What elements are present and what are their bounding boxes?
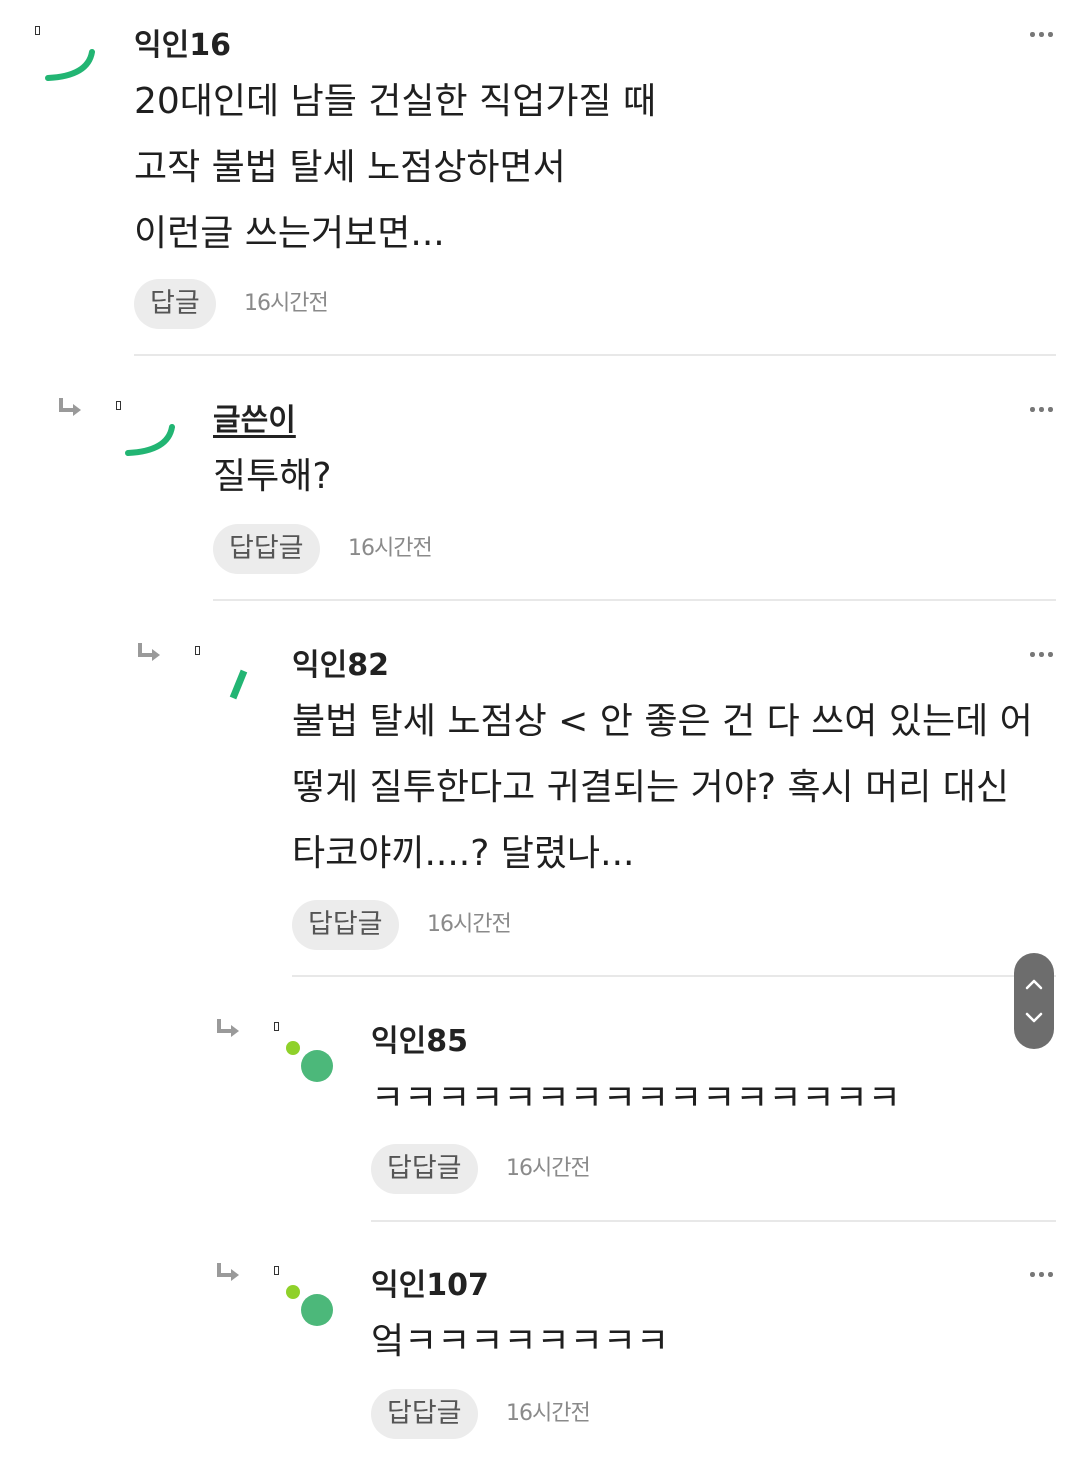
reply-item: 익인107 엌ㅋㅋㅋㅋㅋㅋㅋㅋ 답답글 16시간전 <box>0 0 1056 1460</box>
anonymous-marker-icon <box>274 1266 279 1275</box>
reply-button[interactable]: 답답글 <box>371 1389 478 1439</box>
timestamp: 16시간전 <box>506 1401 591 1426</box>
comment-author-name[interactable]: 익인107 <box>371 1260 489 1304</box>
chevron-down-icon[interactable] <box>1014 1001 1054 1049</box>
scroll-navigation <box>1014 953 1054 1049</box>
green-dots-avatar-icon <box>286 1285 333 1326</box>
comment-text-line: 엌ㅋㅋㅋㅋㅋㅋㅋㅋ <box>371 1321 670 1362</box>
more-options-icon[interactable] <box>1030 1270 1056 1278</box>
chevron-up-icon[interactable] <box>1014 953 1054 1001</box>
reply-arrow-icon <box>217 1263 239 1281</box>
